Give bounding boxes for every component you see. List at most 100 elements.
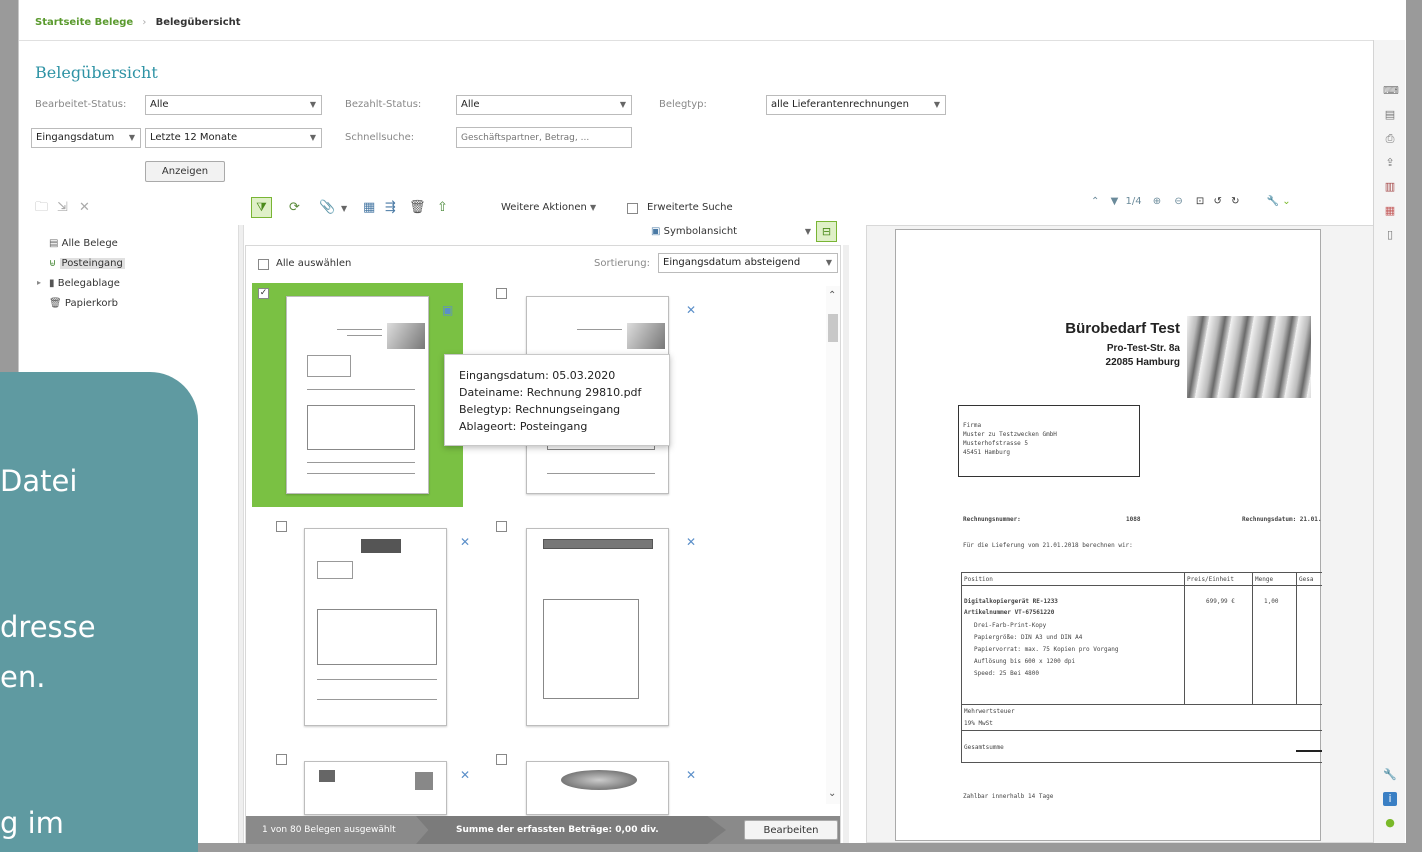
list-scrollbar[interactable]: ⌃ ⌄: [826, 286, 840, 804]
bezahlt-status-select[interactable]: Alle ▼: [456, 95, 632, 115]
belegtyp-value: alle Lieferantenrechnungen: [771, 99, 909, 110]
tree-item-alle-belege[interactable]: ▤ Alle Belege: [49, 238, 118, 249]
address-line: Firma: [963, 422, 982, 429]
view-mode-select[interactable]: ▣ Symbolansicht ▼: [651, 222, 811, 242]
pin-icon[interactable]: ▣: [442, 303, 453, 317]
info-icon[interactable]: i: [1383, 792, 1397, 806]
document-checkbox[interactable]: [276, 754, 287, 765]
folder-move-icon[interactable]: ⇲: [57, 200, 68, 216]
filter-button[interactable]: ⧩: [251, 197, 272, 218]
tree-expander-icon[interactable]: ▸: [37, 278, 41, 287]
preview-splitter[interactable]: [843, 245, 849, 843]
archive-icon[interactable]: ▥: [1383, 180, 1397, 194]
vat-rate: 19% MwSt: [964, 720, 993, 727]
pin-icon[interactable]: ✕: [460, 768, 470, 782]
breadcrumb-home-link[interactable]: Startseite Belege: [35, 17, 133, 28]
folder-add-icon[interactable]: 🗀: [35, 200, 48, 216]
pin-icon[interactable]: ✕: [460, 535, 470, 549]
zoom-in-icon[interactable]: ⊕: [1153, 196, 1161, 207]
sort-select[interactable]: Eingangsdatum absteigend ▼: [658, 253, 838, 273]
scan-icon[interactable]: ▦: [363, 200, 375, 216]
save-view-button[interactable]: ⊟: [816, 221, 837, 242]
refresh-icon[interactable]: ⟳: [289, 200, 300, 216]
page-up-icon[interactable]: ⌃: [1091, 196, 1099, 207]
breadcrumb-separator-icon: ›: [142, 17, 147, 28]
wrench-icon[interactable]: 🔧: [1383, 768, 1397, 782]
trash-icon[interactable]: 🗑: [409, 200, 426, 216]
fit-page-icon[interactable]: ⊡: [1196, 196, 1204, 207]
calendar-icon[interactable]: ▦: [1383, 204, 1397, 218]
scrollbar-thumb[interactable]: [828, 314, 838, 342]
document-thumbnail[interactable]: [286, 296, 429, 494]
page-down-icon[interactable]: ▼: [1111, 196, 1119, 207]
select-all-checkbox[interactable]: [258, 259, 269, 270]
invoice-number-label: Rechnungsnummer:: [963, 516, 1021, 523]
extended-search-checkbox[interactable]: [627, 203, 638, 214]
wrench-icon[interactable]: 🔧: [1267, 196, 1279, 207]
document-thumbnail[interactable]: [304, 528, 447, 726]
chevron-down-icon: ▼: [825, 258, 832, 267]
print-icon[interactable]: ⎙: [1383, 132, 1397, 146]
rotate-left-icon[interactable]: ↺: [1213, 196, 1221, 207]
bearbeitet-status-select[interactable]: Alle ▼: [145, 95, 322, 115]
tree-item-papierkorb[interactable]: 🗑 Papierkorb: [49, 298, 118, 309]
export-icon[interactable]: ⇪: [1383, 156, 1397, 170]
chevron-down-icon[interactable]: ⌄: [828, 788, 836, 799]
document-checkbox-checked[interactable]: ✓: [258, 288, 269, 299]
binder-icon: ▮: [49, 278, 55, 289]
invoice-city: 22085 Hamburg: [1105, 357, 1180, 368]
document-thumbnail[interactable]: [526, 528, 669, 726]
column-header: Position: [964, 576, 993, 583]
edit-button[interactable]: Bearbeiten: [744, 820, 838, 840]
bezahlt-status-value: Alle: [461, 99, 480, 110]
zoom-out-icon[interactable]: ⊖: [1174, 196, 1182, 207]
chevron-down-icon[interactable]: ⌄: [1282, 196, 1290, 207]
breadcrumb-current: Belegübersicht: [155, 17, 241, 28]
invoice-street: Pro-Test-Str. 8a: [1106, 343, 1180, 354]
filter-icon: ⧩: [256, 200, 267, 214]
select-all-label: Alle auswählen: [276, 258, 352, 269]
datumfeld-select[interactable]: Eingangsdatum ▼: [31, 128, 141, 148]
more-actions-button[interactable]: Weitere Aktionen ▼: [501, 202, 596, 213]
vat-label: Mehrwertsteuer: [964, 708, 1015, 715]
tree-item-posteingang[interactable]: ⊌ Posteingang: [49, 258, 125, 269]
page-icon[interactable]: ▯: [1383, 228, 1397, 242]
tree-item-belegablage[interactable]: ▮ Belegablage: [49, 278, 120, 289]
clip-icon[interactable]: 📎: [319, 200, 335, 216]
document-thumbnail[interactable]: [304, 761, 447, 815]
keyboard-icon[interactable]: ⌨: [1383, 84, 1399, 98]
pin-icon[interactable]: ✕: [686, 768, 696, 782]
panel-splitter[interactable]: [238, 225, 244, 843]
document-thumbnail[interactable]: [526, 761, 669, 815]
item-line: Drei-Farb-Print-Kopy: [974, 622, 1047, 629]
zeitraum-select[interactable]: Letzte 12 Monate ▼: [145, 128, 322, 148]
sort-value: Eingangsdatum absteigend: [663, 257, 801, 268]
upload-icon[interactable]: ⇧: [437, 200, 448, 216]
document-icon[interactable]: ▤: [1383, 108, 1397, 122]
bearbeitet-status-value: Alle: [150, 99, 169, 110]
folder-delete-icon[interactable]: ✕: [79, 200, 90, 216]
chevron-down-icon[interactable]: ▼: [341, 201, 347, 217]
document-checkbox[interactable]: [496, 754, 507, 765]
column-header: Gesa: [1299, 576, 1314, 583]
document-checkbox[interactable]: [496, 288, 507, 299]
show-button[interactable]: Anzeigen: [145, 161, 225, 182]
bezahlt-status-label: Bezahlt-Status:: [345, 99, 422, 110]
datumfeld-value: Eingangsdatum: [36, 132, 115, 143]
split-icon[interactable]: ⇶: [385, 200, 396, 216]
invoice-date: Rechnungsdatum: 21.01.: [1242, 516, 1322, 523]
chevron-up-icon[interactable]: ⌃: [828, 290, 836, 301]
pin-icon[interactable]: ✕: [686, 535, 696, 549]
document-checkbox[interactable]: [276, 521, 287, 532]
page-title: Belegübersicht: [35, 63, 158, 82]
chevron-down-icon: ▼: [590, 203, 597, 212]
zeitraum-value: Letzte 12 Monate: [150, 132, 238, 143]
grid-icon: ▣: [651, 226, 661, 237]
tree-item-label: Papierkorb: [64, 298, 119, 309]
belegtyp-select[interactable]: alle Lieferantenrechnungen ▼: [766, 95, 946, 115]
rotate-right-icon[interactable]: ↻: [1231, 196, 1239, 207]
schnellsuche-label: Schnellsuche:: [345, 132, 415, 143]
schnellsuche-input[interactable]: [456, 127, 632, 148]
document-checkbox[interactable]: [496, 521, 507, 532]
pin-icon[interactable]: ✕: [686, 303, 696, 317]
